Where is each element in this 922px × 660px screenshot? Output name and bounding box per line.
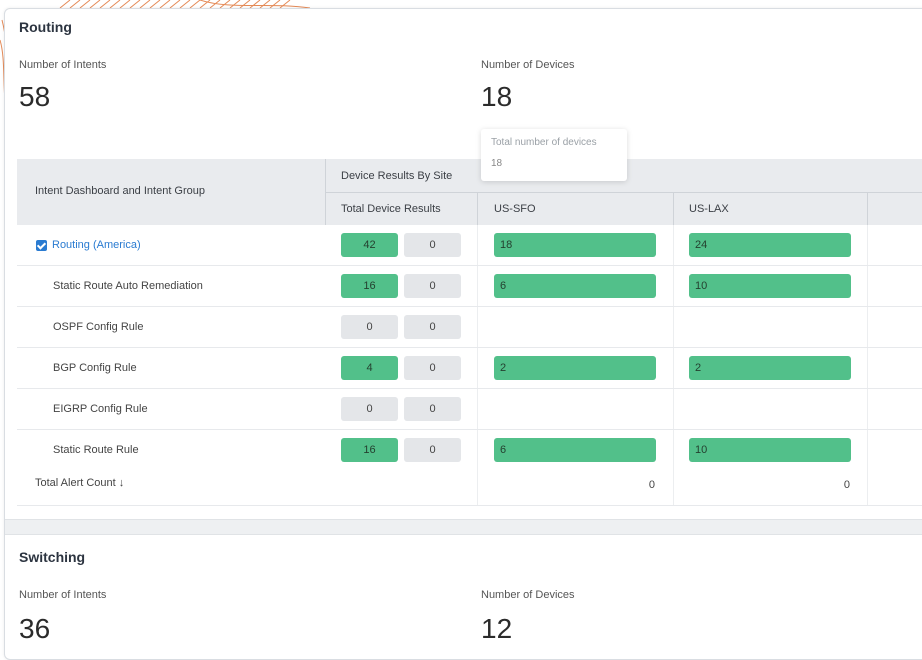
us-lax-result-bar[interactable]: 24: [689, 233, 851, 257]
tooltip-value: 18: [491, 158, 503, 169]
routing-intents-value: 58: [19, 81, 51, 112]
column-header-us-lax[interactable]: US-LAX: [689, 203, 729, 215]
routing-section-title: Routing: [19, 19, 72, 35]
total-fail-count[interactable]: 0: [404, 397, 461, 421]
us-sfo-result-bar[interactable]: 6: [494, 438, 656, 462]
column-header-site-group: Device Results By Site: [341, 170, 453, 182]
column-header-total[interactable]: Total Device Results: [341, 203, 441, 215]
routing-intent-table: Intent Dashboard and Intent Group Device…: [17, 159, 922, 506]
us-lax-result-bar[interactable]: 2: [689, 356, 851, 380]
switching-devices-label: Number of Devices: [481, 589, 575, 601]
dashboard-card: Routing Number of Intents 58 Number of D…: [4, 8, 922, 660]
total-fail-count[interactable]: 0: [404, 315, 461, 339]
tooltip-label: Total number of devices: [491, 137, 597, 148]
total-pass-count[interactable]: 16: [341, 274, 398, 298]
switching-devices-value[interactable]: 12: [481, 613, 512, 645]
row-label[interactable]: Static Route Rule: [53, 444, 139, 456]
us-lax-result-bar[interactable]: 10: [689, 438, 851, 462]
total-fail-count[interactable]: 0: [404, 438, 461, 462]
us-sfo-result-bar[interactable]: 6: [494, 274, 656, 298]
row-label[interactable]: EIGRP Config Rule: [53, 403, 148, 415]
total-pass-count[interactable]: 42: [341, 233, 398, 257]
total-fail-count[interactable]: 0: [404, 274, 461, 298]
section-divider: [5, 519, 922, 535]
switching-intents-value: 36: [19, 613, 51, 644]
us-lax-total-alert-count: 0: [843, 479, 850, 491]
switching-intents-label: Number of Intents: [19, 589, 107, 601]
total-pass-count[interactable]: 16: [341, 438, 398, 462]
routing-devices-label: Number of Devices: [481, 59, 575, 71]
us-sfo-result-bar[interactable]: 2: [494, 356, 656, 380]
total-pass-count[interactable]: 0: [341, 397, 398, 421]
us-lax-result-bar[interactable]: 10: [689, 274, 851, 298]
total-pass-count[interactable]: 0: [341, 315, 398, 339]
group-checkbox-icon[interactable]: [36, 240, 47, 251]
routing-devices-value[interactable]: 18: [481, 81, 512, 113]
total-fail-count[interactable]: 0: [404, 233, 461, 257]
total-fail-count[interactable]: 0: [404, 356, 461, 380]
column-header-intent[interactable]: Intent Dashboard and Intent Group: [35, 185, 205, 197]
total-pass-count[interactable]: 4: [341, 356, 398, 380]
column-header-us-sfo[interactable]: US-SFO: [494, 203, 536, 215]
row-label[interactable]: OSPF Config Rule: [53, 321, 143, 333]
switching-section-title: Switching: [19, 549, 86, 565]
total-alert-count-label[interactable]: Total Alert Count ↓: [35, 477, 124, 489]
us-sfo-result-bar[interactable]: 18: [494, 233, 656, 257]
us-sfo-total-alert-count: 0: [648, 479, 655, 491]
row-label[interactable]: Static Route Auto Remediation: [53, 280, 203, 292]
routing-intents-label: Number of Intents: [19, 59, 107, 71]
row-label[interactable]: BGP Config Rule: [53, 362, 137, 374]
devices-tooltip: Total number of devices 18: [481, 129, 627, 181]
row-label[interactable]: Routing (America): [52, 239, 141, 251]
